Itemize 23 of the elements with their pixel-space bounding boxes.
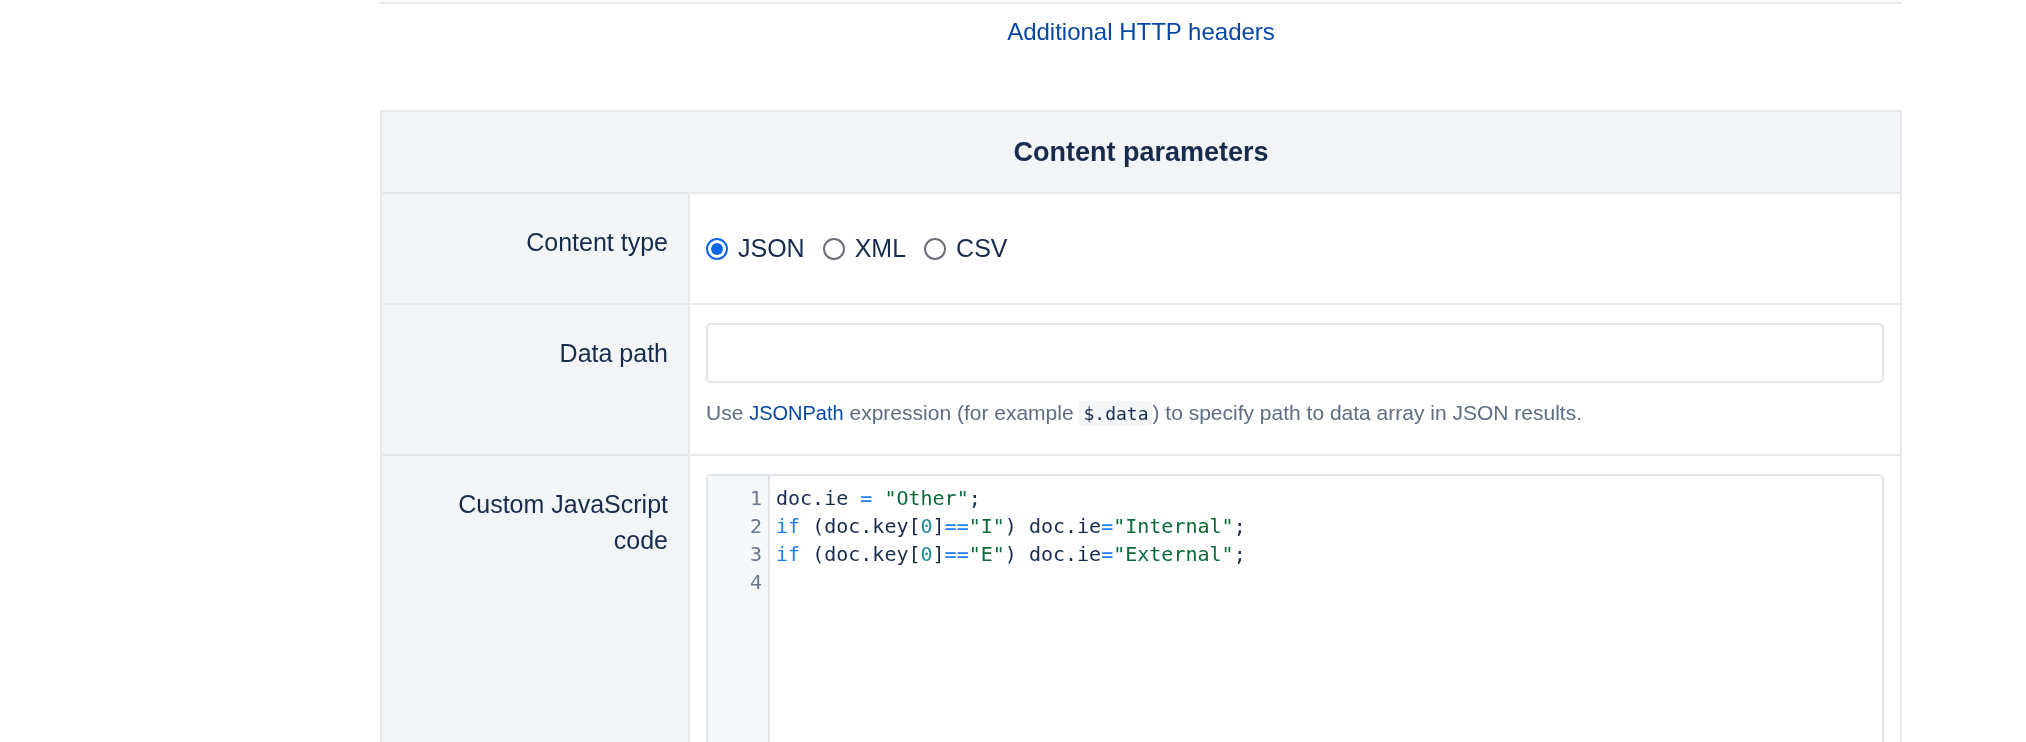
radio-button[interactable] [924,237,947,260]
radio-button[interactable] [822,237,845,260]
input-field[interactable] [706,323,1884,383]
line-number: 3 [748,541,763,568]
line-number: 4 [748,569,763,596]
code-line: if (doc.key[0]=="E") doc.ie="External"; [776,541,1247,568]
code-line: if (doc.key[0]=="I") doc.ie="Internal"; [776,513,1247,540]
line-number: 2 [748,513,763,540]
code-line: doc.ie = "Other"; [776,485,982,512]
radio-button[interactable] [706,237,728,260]
field-label: Data path [559,339,668,367]
field-label: Content type [526,228,668,256]
code-editor[interactable]: 1 2 3 4 doc.ie = "Other"; if (doc.key[0]=="I") doc.ie="Internal"; if (doc.key[0]=="E") doc.ie="External"; [706,474,1884,742]
radio-option[interactable]: JSON [706,234,805,263]
section-header: Content parameters [382,112,1900,194]
radio-option[interactable]: XML [822,234,907,263]
headers-link[interactable]: Additional HTTP headers [1007,18,1275,46]
help-text: Use JSONPath expression (for example $.data ) to specify path to data array in JSON results. [706,400,1583,428]
jsonpath-link[interactable]: JSONPath [749,402,844,424]
radio-option[interactable]: CSV [924,234,1008,263]
line-number: 1 [748,485,763,512]
field-label: Custom JavaScript code [458,490,668,554]
code-snippet: $.data [1079,401,1153,426]
